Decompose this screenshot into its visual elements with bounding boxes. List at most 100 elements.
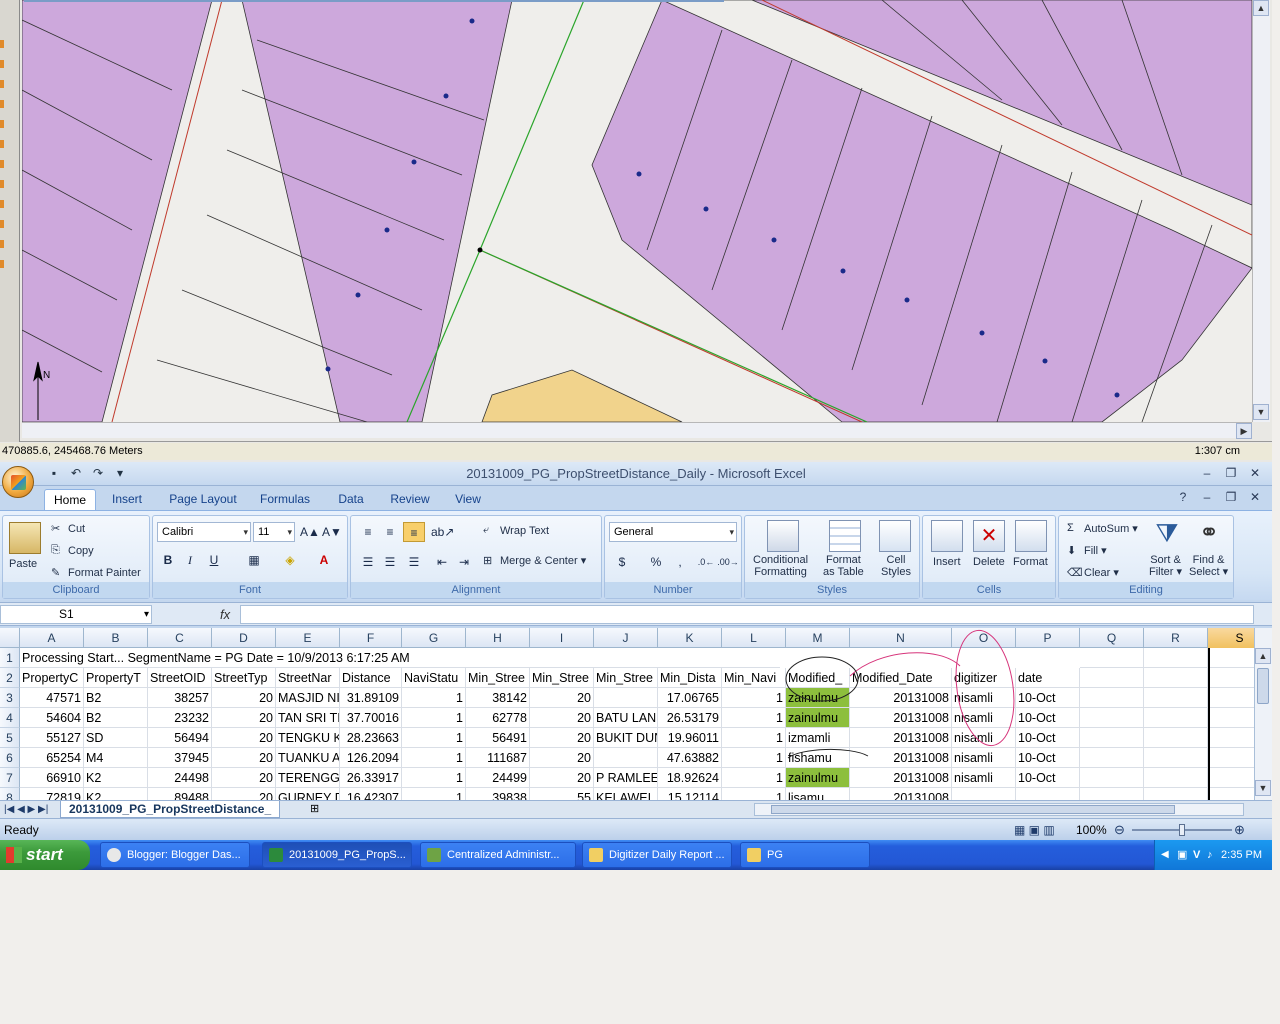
grid-horizontal-scrollbar[interactable] (754, 803, 1244, 816)
font-color-icon[interactable]: A (313, 550, 335, 570)
help-icon[interactable]: ? (1172, 488, 1194, 506)
office-button[interactable] (2, 466, 34, 498)
grid-scroll-thumb[interactable] (1257, 668, 1269, 704)
shrink-font-icon[interactable]: A▼ (321, 522, 343, 542)
tab-page-layout[interactable]: Page Layout (164, 489, 242, 510)
table-cell[interactable]: BATU LAN (594, 708, 658, 728)
empty-cell[interactable] (1080, 788, 1144, 800)
table-cell[interactable]: 1 (722, 748, 786, 768)
column-header-f[interactable]: F (340, 628, 402, 648)
table-cell[interactable]: 1 (402, 788, 466, 800)
comma-icon[interactable]: , (669, 552, 691, 572)
table-cell[interactable]: 37945 (148, 748, 212, 768)
table-cell[interactable]: 1 (722, 688, 786, 708)
table-cell[interactable]: MASJID NI (276, 688, 340, 708)
zoom-out-icon[interactable]: ⊖ (1114, 819, 1125, 841)
start-button[interactable]: start (0, 840, 90, 870)
map-horizontal-scrollbar[interactable]: ▶ (22, 422, 1252, 439)
table-cell[interactable]: TUANKU A (276, 748, 340, 768)
worksheet-grid[interactable]: ABCDEFGHIJKLMNOPQRS 12345678 Processing … (0, 628, 1254, 800)
decrease-decimal-icon[interactable]: .00→ (717, 552, 739, 572)
table-cell[interactable]: TERENGGA (276, 768, 340, 788)
tab-home[interactable]: Home (44, 489, 96, 510)
table-cell[interactable]: 89488 (148, 788, 212, 800)
grow-font-icon[interactable]: A▲ (299, 522, 321, 542)
table-cell[interactable]: 56494 (148, 728, 212, 748)
empty-cell[interactable] (1144, 648, 1208, 668)
tab-view[interactable]: View (448, 489, 488, 510)
row-header-7[interactable]: 7 (0, 768, 20, 788)
format-painter-button[interactable]: ✎ Format Painter (51, 566, 141, 580)
column-header-p[interactable]: P (1016, 628, 1080, 648)
table-cell[interactable]: nisamli (952, 708, 1016, 728)
empty-cell[interactable] (1144, 708, 1208, 728)
empty-cell[interactable] (1144, 668, 1208, 688)
header-cell[interactable]: Min_Stree (530, 668, 594, 688)
table-cell[interactable]: 62778 (466, 708, 530, 728)
tray-volume-icon[interactable]: ♪ (1207, 840, 1213, 870)
empty-cell[interactable] (1144, 768, 1208, 788)
empty-cell[interactable] (1144, 748, 1208, 768)
task-pg-folder[interactable]: PG (740, 842, 870, 868)
table-cell[interactable]: 20 (212, 688, 276, 708)
format-as-table-button[interactable]: Format as Table (823, 554, 864, 578)
table-cell[interactable]: 65254 (20, 748, 84, 768)
row-header-1[interactable]: 1 (0, 648, 20, 668)
empty-cell[interactable] (1080, 648, 1144, 668)
column-header-g[interactable]: G (402, 628, 466, 648)
column-header-d[interactable]: D (212, 628, 276, 648)
table-cell[interactable]: 1 (722, 708, 786, 728)
sort-filter-button[interactable]: Sort & Filter ▾ (1149, 554, 1182, 578)
table-cell[interactable] (1016, 788, 1080, 800)
new-sheet-icon[interactable]: ⊞ (310, 801, 319, 818)
row-header-3[interactable]: 3 (0, 688, 20, 708)
cut-button[interactable]: ✂ Cut (51, 522, 85, 536)
percent-icon[interactable]: % (645, 552, 667, 572)
grid-scroll-down-icon[interactable]: ▼ (1255, 780, 1271, 796)
table-cell[interactable]: 20131008 (850, 708, 952, 728)
table-cell[interactable]: 10-Oct (1016, 688, 1080, 708)
table-cell[interactable]: 1 (722, 728, 786, 748)
table-cell[interactable]: 10-Oct (1016, 768, 1080, 788)
align-bottom-icon[interactable]: ≡ (403, 522, 425, 542)
table-cell[interactable]: B2 (84, 708, 148, 728)
header-cell[interactable]: Min_Stree (594, 668, 658, 688)
table-cell[interactable]: 1 (402, 768, 466, 788)
table-cell[interactable]: 111687 (466, 748, 530, 768)
insert-cells-button[interactable]: Insert (933, 556, 961, 568)
increase-decimal-icon[interactable]: .0← (695, 552, 717, 572)
empty-cell[interactable] (1080, 708, 1144, 728)
align-center-icon[interactable]: ☰ (379, 552, 401, 572)
table-cell[interactable]: 20 (212, 728, 276, 748)
column-header-o[interactable]: O (952, 628, 1016, 648)
column-header-a[interactable]: A (20, 628, 84, 648)
table-cell[interactable]: 47571 (20, 688, 84, 708)
header-cell[interactable]: Min_Dista (658, 668, 722, 688)
table-cell[interactable]: 20 (530, 708, 594, 728)
empty-cell[interactable] (1208, 648, 1254, 668)
table-cell[interactable]: 55 (530, 788, 594, 800)
empty-cell[interactable] (1208, 728, 1254, 748)
header-cell[interactable]: Min_Stree (466, 668, 530, 688)
table-cell[interactable]: 72819 (20, 788, 84, 800)
scroll-right-icon[interactable]: ▶ (1236, 423, 1252, 439)
map-vertical-scrollbar[interactable]: ▲ ▼ (1252, 0, 1270, 422)
table-cell[interactable]: nisamli (952, 748, 1016, 768)
column-header-s[interactable]: S (1208, 628, 1254, 648)
table-cell[interactable]: KELAWEI (594, 788, 658, 800)
tab-insert[interactable]: Insert (104, 489, 150, 510)
table-cell[interactable]: GURNEY D (276, 788, 340, 800)
table-cell[interactable]: 20 (530, 728, 594, 748)
italic-icon[interactable]: I (179, 550, 201, 570)
name-box[interactable]: S1 (0, 605, 152, 624)
table-cell[interactable]: zainulmu (786, 708, 850, 728)
orientation-icon[interactable]: ab↗ (431, 522, 454, 542)
column-header-n[interactable]: N (850, 628, 952, 648)
table-cell[interactable]: 20131008 (850, 688, 952, 708)
grid-scroll-up-icon[interactable]: ▲ (1255, 648, 1271, 664)
table-cell[interactable]: 20 (212, 768, 276, 788)
table-cell[interactable]: 20 (530, 688, 594, 708)
empty-cell[interactable] (1208, 708, 1254, 728)
tray-expand-icon[interactable]: ◀ (1161, 840, 1169, 870)
empty-cell[interactable] (1208, 788, 1254, 800)
